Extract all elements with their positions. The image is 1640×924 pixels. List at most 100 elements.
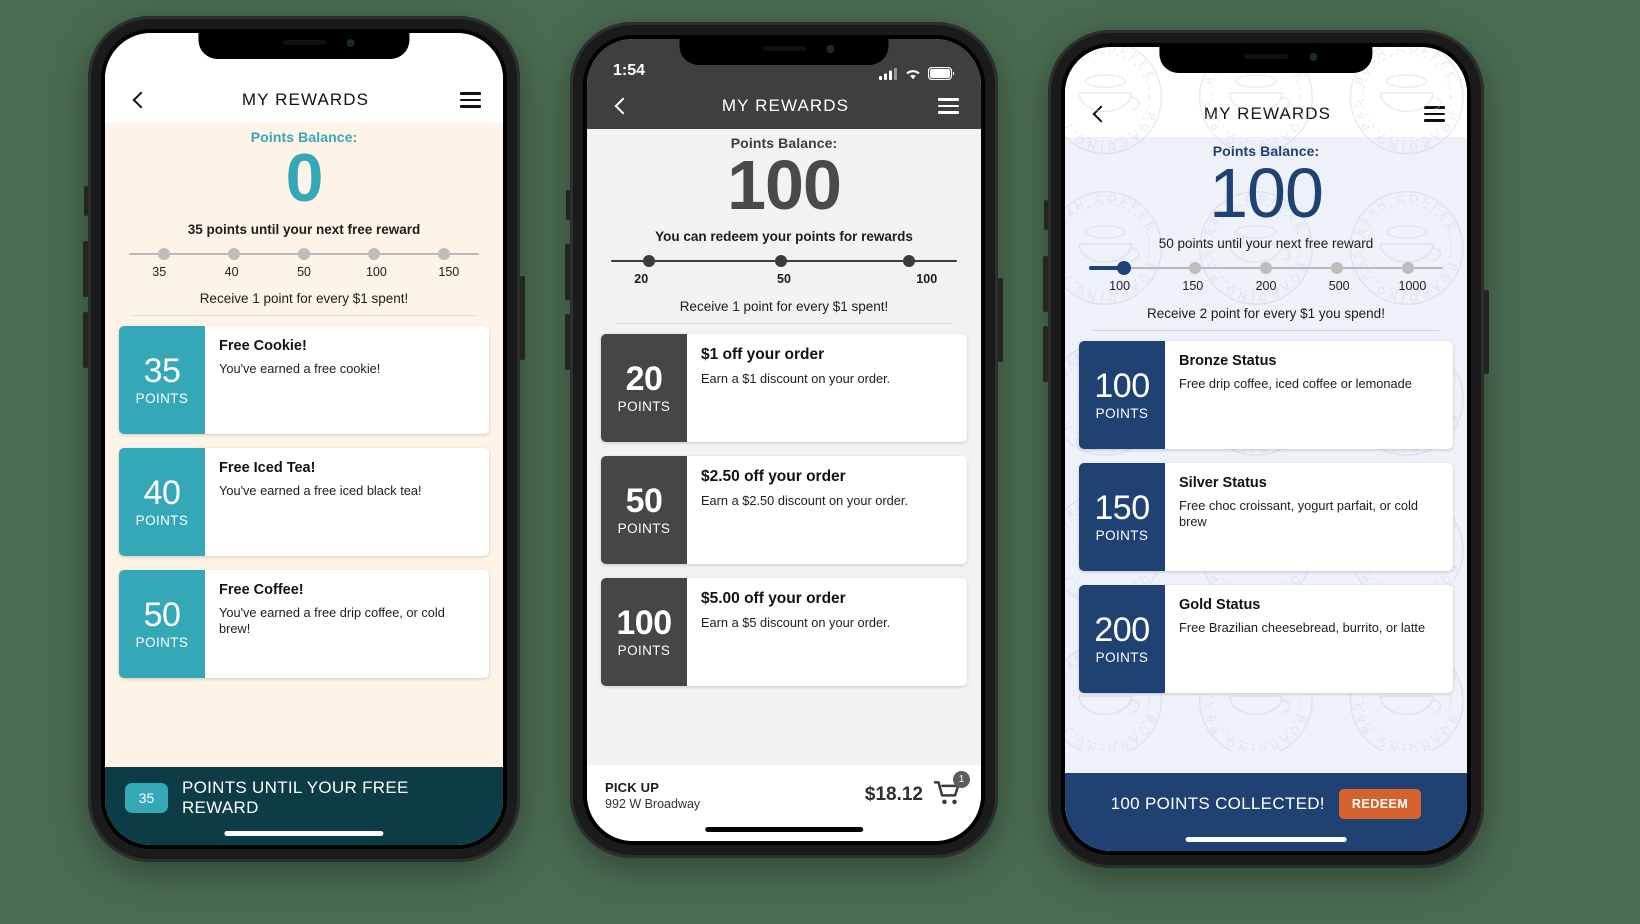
battery-icon — [928, 67, 955, 80]
phone-bezel: MY REWARDS Points Balance: 0 35 points u… — [101, 29, 507, 849]
phone-mute-switch — [84, 186, 88, 216]
hamburger-menu-button[interactable] — [456, 86, 485, 114]
phone-volume-down-button[interactable] — [565, 314, 570, 370]
reward-title: Gold Status — [1179, 596, 1261, 613]
slider-tick-label: 150 — [438, 264, 460, 279]
slider-dot[interactable] — [1260, 261, 1272, 274]
hamburger-menu-button[interactable] — [934, 92, 963, 120]
reward-title: Free Iced Tea! — [219, 459, 316, 476]
slider-dot[interactable] — [298, 247, 310, 260]
home-indicator — [1185, 837, 1347, 842]
next-reward-message: 35 points until your next free reward — [187, 221, 421, 237]
reward-points-badge: 40 POINTS — [119, 447, 205, 556]
slider-dot[interactable] — [1330, 261, 1343, 274]
reward-description: Earn a $1 discount on your order. — [701, 370, 891, 386]
phone-volume-up-button[interactable] — [1043, 256, 1048, 312]
phone-power-button[interactable] — [998, 278, 1003, 362]
reward-card[interactable]: 20 POINTS $1 off your order Earn a $1 di… — [601, 333, 967, 442]
slider-dot[interactable] — [368, 247, 380, 260]
phone-volume-up-button[interactable] — [565, 244, 570, 300]
app-navbar: MY REWARDS — [105, 77, 503, 123]
points-hero: Points Balance: 100 50 points until your… — [1065, 137, 1467, 331]
back-button[interactable] — [1083, 102, 1115, 126]
reward-description: You've earned a free iced black tea! — [219, 482, 422, 498]
points-balance-value: 100 — [1209, 154, 1324, 232]
phone-notch — [679, 35, 889, 65]
hamburger-menu-icon — [938, 98, 959, 114]
points-progress-slider[interactable] — [129, 246, 479, 262]
points-pill: 35 — [125, 783, 168, 813]
slider-dot[interactable] — [774, 254, 787, 267]
reward-points-badge: 100 POINTS — [601, 577, 687, 686]
reward-points-value: 40 — [143, 473, 181, 512]
cart-count-badge: 1 — [953, 770, 970, 788]
phone-notch — [1159, 43, 1373, 73]
reward-points-value: 50 — [625, 481, 663, 520]
cart-button[interactable]: 1 — [933, 770, 970, 811]
hamburger-menu-button[interactable] — [1420, 100, 1449, 128]
reward-description: Earn a $2.50 discount on your order. — [701, 492, 909, 508]
points-progress-slider[interactable] — [611, 253, 957, 269]
reward-points-badge: 200 POINTS — [1079, 584, 1165, 693]
reward-card[interactable]: 50 POINTS Free Coffee! You've earned a f… — [119, 569, 489, 678]
phone-power-button[interactable] — [1484, 290, 1489, 374]
app-navbar: MY REWARDS — [587, 83, 981, 129]
slider-tick-label: 40 — [224, 264, 239, 279]
reward-card-body: Gold Status Free Brazilian cheesebread, … — [1165, 585, 1453, 693]
reward-card-body: $5.00 off your order Earn a $5 discount … — [687, 578, 967, 686]
reward-card[interactable]: 40 POINTS Free Iced Tea! You've earned a… — [119, 447, 489, 556]
slider-dot[interactable] — [1189, 261, 1202, 274]
points-progress-slider[interactable] — [1089, 260, 1443, 276]
cart-summary[interactable]: $18.12 1 — [865, 770, 970, 811]
reward-description: Free Brazilian cheesebread, burrito, or … — [1179, 619, 1426, 635]
hamburger-menu-icon — [460, 92, 481, 108]
redeem-button[interactable]: REDEEM — [1338, 789, 1422, 819]
rewards-list: 100 POINTS Bronze Status Free drip coffe… — [1065, 331, 1467, 773]
earpiece-speaker — [762, 46, 806, 51]
back-button[interactable] — [605, 94, 637, 118]
reward-points-badge: 50 POINTS — [119, 569, 205, 678]
phone-mockup-navy: MY REWARDS OARDIN Points Balance: 100 50… — [1043, 30, 1489, 868]
reward-points-badge: 150 POINTS — [1079, 462, 1165, 571]
phone-volume-down-button[interactable] — [83, 312, 88, 368]
pickup-info[interactable]: PICK UP 992 W Broadway — [605, 780, 700, 811]
slider-dot[interactable] — [1401, 261, 1414, 274]
reward-description: Free drip coffee, iced coffee or lemonad… — [1179, 375, 1412, 391]
reward-card[interactable]: 150 POINTS Silver Status Free choc crois… — [1079, 462, 1453, 571]
reward-card[interactable]: 100 POINTS Bronze Status Free drip coffe… — [1079, 340, 1453, 449]
phone-volume-up-button[interactable] — [83, 241, 88, 297]
slider-tick-label: 35 — [152, 264, 167, 279]
slider-dot[interactable] — [158, 247, 170, 260]
screenshot-canvas: MY REWARDS Points Balance: 0 35 points u… — [0, 0, 1640, 924]
slider-dot[interactable] — [438, 247, 450, 260]
reward-title: $1 off your order — [701, 345, 825, 363]
slider-dot[interactable] — [228, 247, 240, 260]
phone-volume-down-button[interactable] — [1043, 326, 1048, 382]
reward-card[interactable]: 200 POINTS Gold Status Free Brazilian ch… — [1079, 584, 1453, 693]
slider-tick-label: 500 — [1328, 278, 1350, 293]
reward-title: Free Coffee! — [219, 581, 304, 598]
slider-dot-active[interactable] — [1117, 260, 1132, 275]
reward-description: You've earned a free drip coffee, or col… — [219, 604, 445, 636]
reward-points-badge: 35 POINTS — [119, 325, 205, 434]
reward-card[interactable]: 50 POINTS $2.50 off your order Earn a $2… — [601, 455, 967, 564]
home-indicator — [705, 827, 863, 832]
reward-points-unit: POINTS — [617, 520, 671, 536]
reward-card[interactable]: 35 POINTS Free Cookie! You've earned a f… — [119, 325, 489, 434]
phone-mockup-teal: MY REWARDS Points Balance: 0 35 points u… — [83, 16, 525, 862]
next-reward-message: 50 points until your next free reward — [1158, 235, 1374, 251]
pickup-address: 992 W Broadway — [605, 796, 701, 811]
status-bar-indicators — [879, 67, 955, 80]
front-camera — [346, 39, 355, 47]
reward-card[interactable]: 100 POINTS $5.00 off your order Earn a $… — [601, 577, 967, 686]
app-screen-teal: MY REWARDS Points Balance: 0 35 points u… — [105, 33, 503, 845]
reward-title: $5.00 off your order — [701, 589, 846, 607]
phone-power-button[interactable] — [520, 276, 525, 360]
back-button[interactable] — [123, 88, 155, 112]
slider-dot[interactable] — [643, 254, 656, 267]
slider-tick-label: 100 — [1109, 278, 1131, 293]
reward-card-body: Free Cookie! You've earned a free cookie… — [205, 326, 489, 434]
slider-dot[interactable] — [902, 254, 915, 267]
chevron-left-icon — [1092, 105, 1110, 123]
slider-tick-label: 1000 — [1398, 278, 1427, 293]
